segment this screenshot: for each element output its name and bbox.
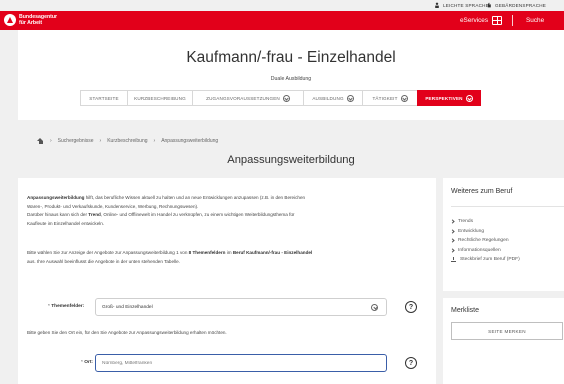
link-label: Trends [458,219,474,225]
title-section: Kaufmann/-frau - Einzelhandel Duale Ausb… [18,30,564,120]
required-marker: * [48,304,50,309]
gebaerdensprache-link[interactable]: GEBÄRDENSPRACHE [486,2,546,8]
main-nav: STARTSEITE KURZBESCHREIBUNG ZUGANGSVORAU… [80,90,481,106]
select-line-2: aus. Ihre Auswahl beeinflusst die Angebo… [27,258,180,264]
intro-bold: Anpassungsweiterbildung [27,195,85,200]
chevron-down-icon [346,94,354,102]
ort-input[interactable] [95,354,387,372]
trend-text-a: Darüber hinaus kann sich der [27,212,89,217]
themenfelder-select[interactable]: Groß- und Einzelhandel [95,298,387,316]
link-informationsquellen[interactable]: Informationsquellen [450,246,561,256]
tab-label: PERSPEKTIVEN [425,95,463,101]
page-title: Kaufmann/-frau - Einzelhandel [186,49,396,66]
intro-line-2: Waren-, Produkt- und Verkaufskunde, Kund… [27,203,199,209]
grid-icon[interactable] [492,16,502,25]
tab-label: TÄTIGKEIT [372,95,398,101]
utility-bar: LEICHTE SPRACHE GEBÄRDENSPRACHE [0,0,564,11]
trend-line-2: Kaufleute im Einzelhandel entwickeln. [27,220,105,226]
tab-perspektiven[interactable]: PERSPEKTIVEN [417,90,481,106]
sign-language-icon [487,2,491,8]
link-label: Rechtliche Regelungen [458,238,509,244]
header-divider [512,15,513,26]
select-bold-1: 8 Themenfeldern [188,250,226,255]
easy-language-icon [435,2,439,8]
link-label: Entwicklung [458,228,485,234]
tab-label: STARTSEITE [89,95,119,101]
chevron-down-icon [371,303,378,311]
trend-line-1: Darüber hinaus kann sich der Trend, Onli… [27,211,432,220]
section-title: Anpassungsweiterbildung [227,154,355,166]
weiteres-panel: Weiteres zum Beruf Trends Entwicklung Re… [443,178,564,291]
select-text-a: Bitte wählen Sie zur Anzeige der Angebot… [27,250,189,255]
tab-zugangsvoraussetzungen[interactable]: ZUGANGSVORAUSSETZUNGEN [192,90,303,106]
tab-label: KURZBESCHREIBUNG [134,95,186,101]
link-steckbrief-pdf[interactable]: Steckbrief zum Beruf (PDF) [451,255,561,265]
merkliste-panel: Merkliste SEITE MERKEN [443,298,564,384]
themenfelder-label: * Themenfelder: [48,304,84,309]
link-label: Steckbrief zum Beruf (PDF) [460,257,520,263]
ba-logo-text[interactable]: Bundesagentur für Arbeit [19,14,57,26]
breadcrumb-item-current: Anpassungsweiterbildung [161,138,219,144]
link-entwicklung[interactable]: Entwicklung [450,227,561,237]
tab-taetigkeit[interactable]: TÄTIGKEIT [362,90,417,106]
themenfelder-value: Groß- und Einzelhandel [102,304,153,310]
weiteres-links: Trends Entwicklung Rechtliche Regelungen… [450,217,561,265]
leichte-sprache-label: LEICHTE SPRACHE [443,2,489,8]
tab-label: ZUGANGSVORAUSSETZUNGEN [206,95,280,101]
link-label: Informationsquellen [458,247,501,253]
tab-ausbildung[interactable]: AUSBILDUNG [303,90,362,106]
chevron-down-icon [400,94,408,102]
ort-help-icon[interactable]: ? [405,357,417,369]
trend-bold: Trend [88,212,101,217]
breadcrumb: › Suchergebnisse › Kurzbeschreibung › An… [37,138,218,144]
ort-label-text: Ort: [84,360,94,365]
logo-line-2: für Arbeit [19,20,43,26]
breadcrumb-item-suchergebnisse[interactable]: Suchergebnisse [58,138,94,144]
arrow-right-icon [450,219,455,224]
chevron-down-icon [465,94,473,102]
select-bold-2: Beruf Kaufmann/-frau - Einzelhandel [232,250,313,255]
home-icon[interactable] [37,138,44,144]
intro-text-1: hilft, das berufliche Wissen aktuell zu … [84,195,306,200]
trend-text-b: , Online- und Offlinewelt im Handel zu v… [100,212,295,217]
intro-line-1: Anpassungsweiterbildung hilft, das beruf… [27,194,432,203]
link-trends[interactable]: Trends [450,217,561,227]
eservices-link[interactable]: eServices [460,17,488,24]
chevron-down-icon [282,94,290,102]
arrow-right-icon [450,238,455,243]
tab-label: AUSBILDUNG [312,95,344,101]
search-link[interactable]: Suche [526,17,544,24]
intro-paragraph: Anpassungsweiterbildung hilft, das beruf… [27,194,432,228]
weiteres-divider [451,206,564,207]
seite-merken-button[interactable]: SEITE MERKEN [451,322,563,340]
required-marker: * [81,360,83,365]
site-header: Bundesagentur für Arbeit eServices Suche [0,11,564,30]
themenfelder-label-text: Themenfelder: [51,304,85,309]
link-rechtliche-regelungen[interactable]: Rechtliche Regelungen [450,236,561,246]
gebaerdensprache-label: GEBÄRDENSPRACHE [495,2,546,8]
breadcrumb-separator-icon: › [99,138,102,144]
ba-logo-icon[interactable] [4,14,16,26]
download-icon [451,257,456,263]
select-line-1: Bitte wählen Sie zur Anzeige der Angebot… [27,249,432,258]
page-subtitle: Duale Ausbildung [270,76,312,82]
arrow-right-icon [450,248,455,253]
arrow-right-icon [450,229,455,234]
select-text-b: im [225,250,233,255]
tab-kurzbeschreibung[interactable]: KURZBESCHREIBUNG [127,90,192,106]
ort-instructions: Bitte geben Sie den Ort ein, für den Sie… [27,330,227,335]
leichte-sprache-link[interactable]: LEICHTE SPRACHE [434,2,489,8]
select-instructions: Bitte wählen Sie zur Anzeige der Angebot… [27,249,432,266]
themenfelder-help-icon[interactable]: ? [405,301,417,313]
tab-startseite[interactable]: STARTSEITE [80,90,127,106]
weiteres-title: Weiteres zum Beruf [451,188,513,195]
merkliste-title: Merkliste [451,307,480,314]
breadcrumb-separator-icon: › [50,138,52,144]
ort-label: * Ort: [81,360,93,365]
breadcrumb-item-kurzbeschreibung[interactable]: Kurzbeschreibung [107,138,147,144]
breadcrumb-separator-icon: › [153,138,156,144]
